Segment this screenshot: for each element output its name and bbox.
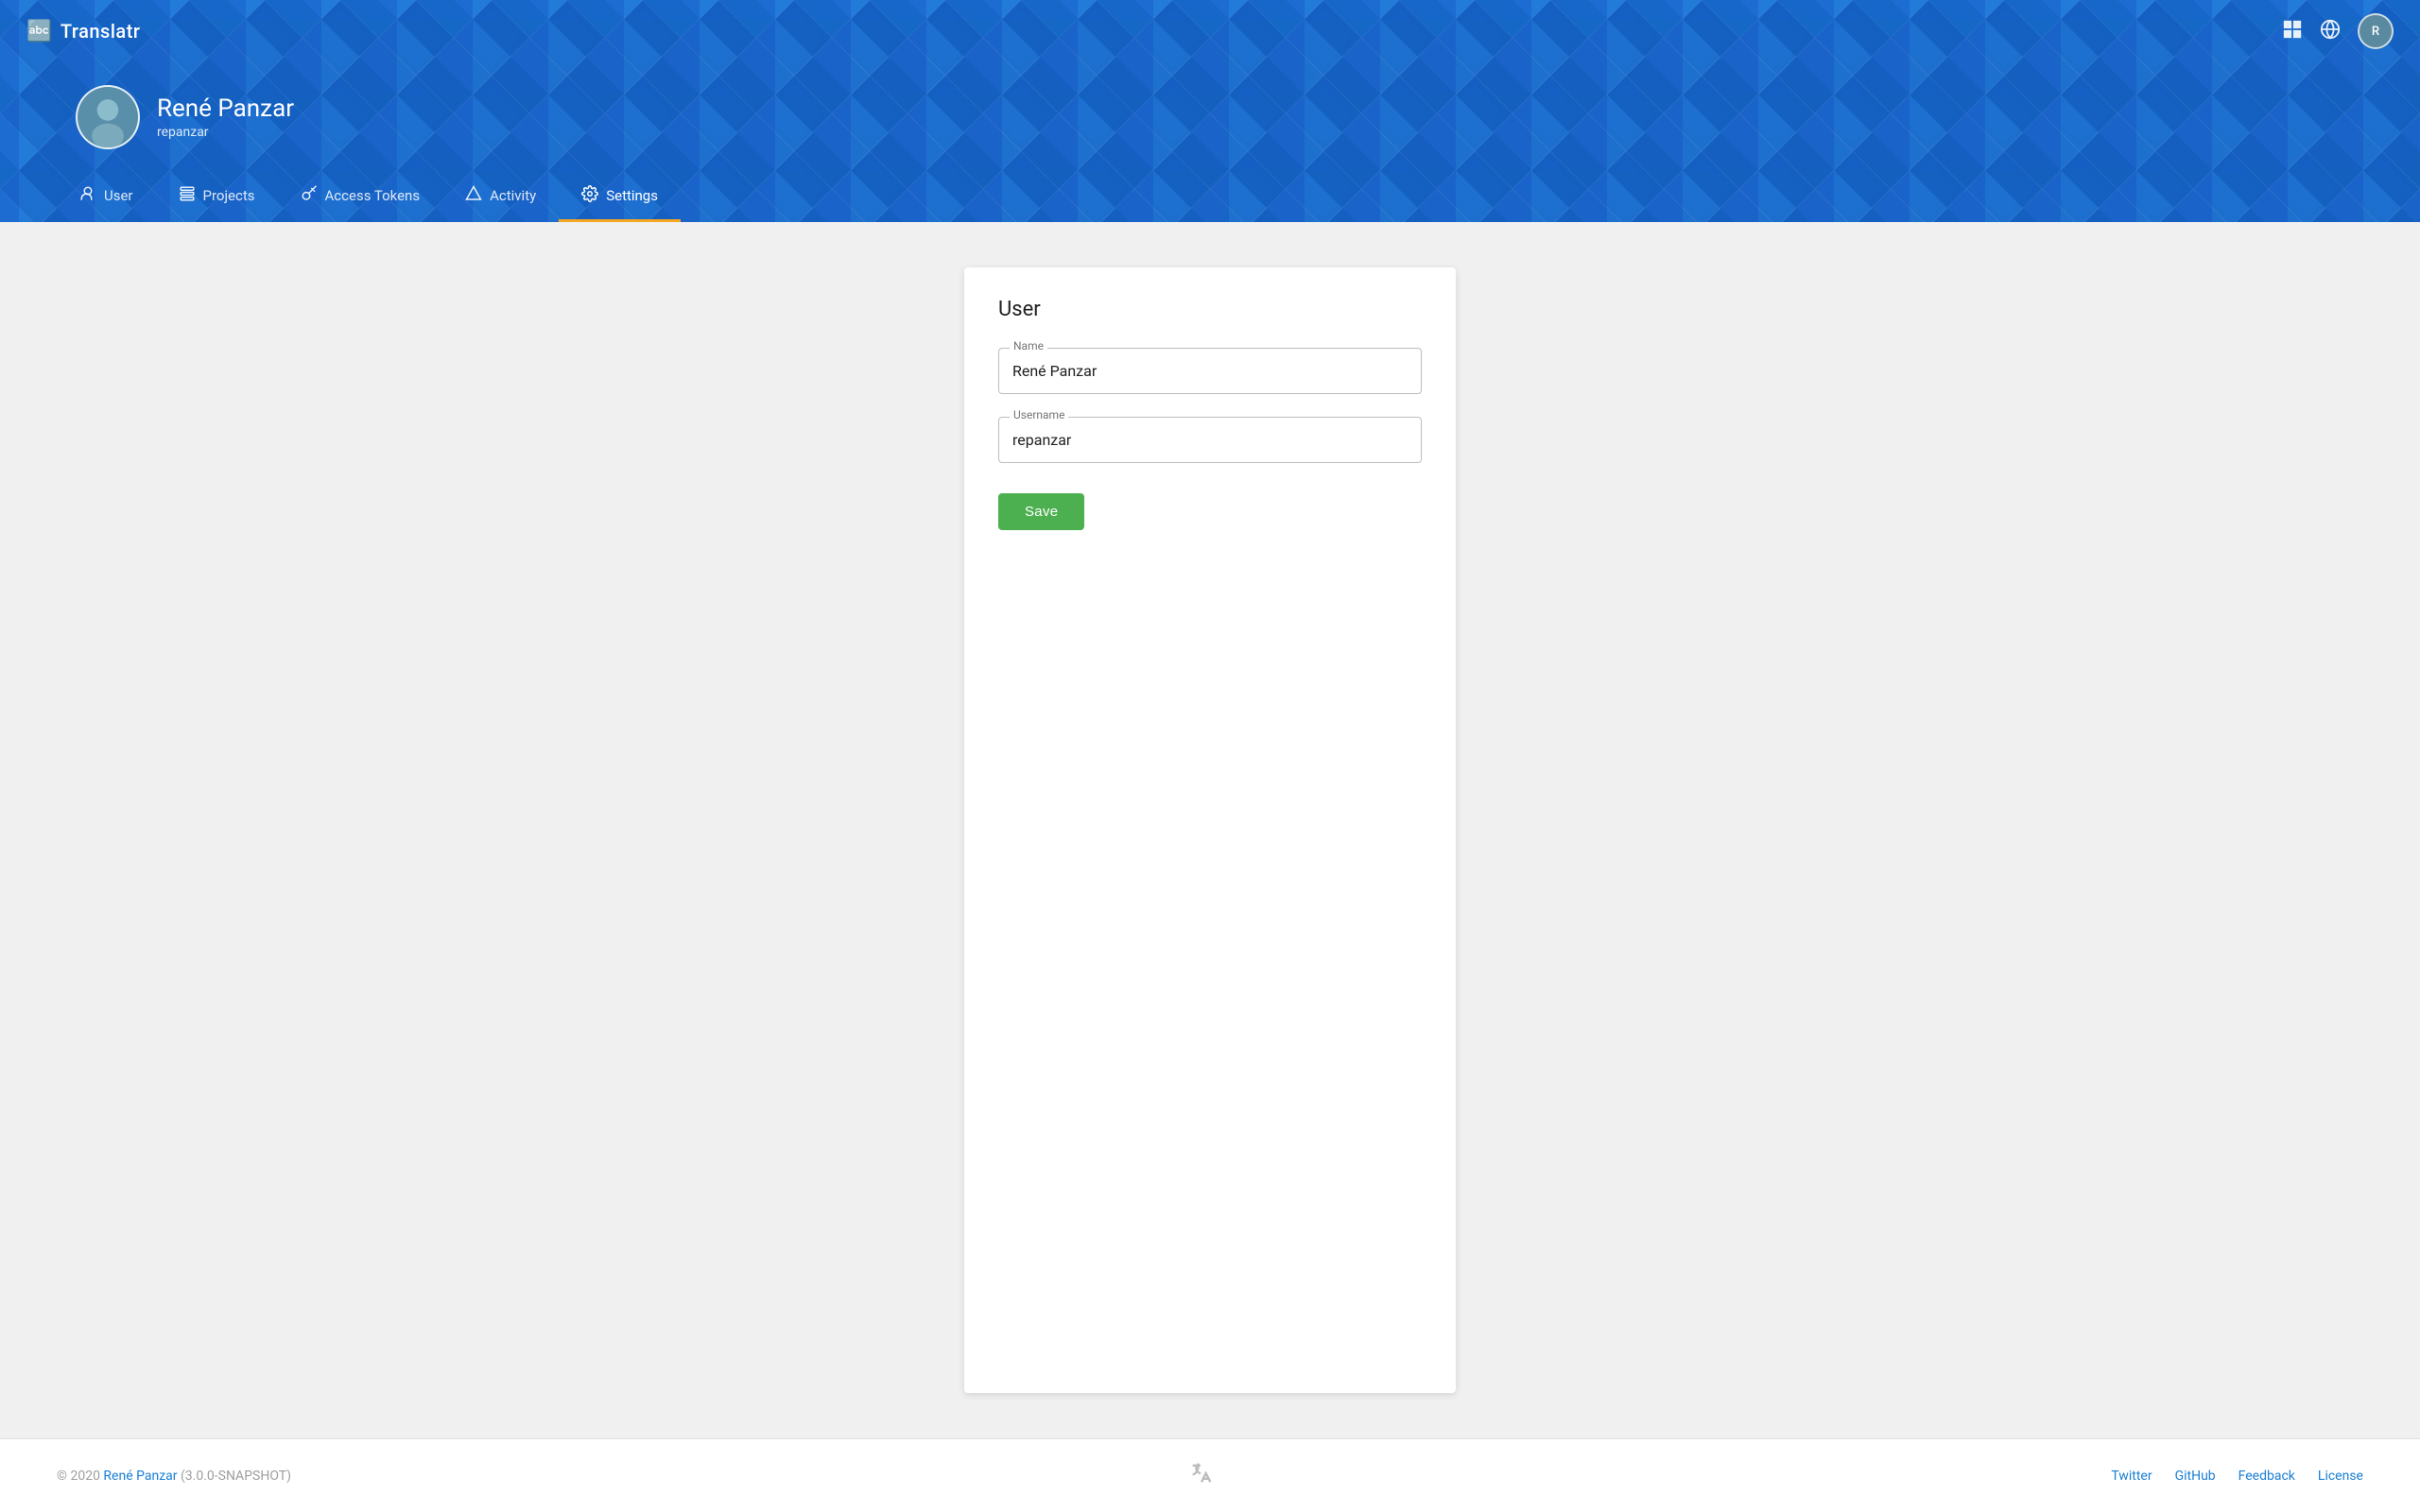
- tab-activity-label: Activity: [490, 187, 536, 204]
- username-label: Username: [1010, 408, 1068, 421]
- tab-projects[interactable]: Projects: [156, 172, 278, 222]
- avatar-initial: R: [2372, 25, 2379, 39]
- footer-logo: [1188, 1460, 1215, 1491]
- name-input[interactable]: [998, 348, 1422, 394]
- footer-copyright: © 2020 René Panzar (3.0.0-SNAPSHOT): [57, 1469, 291, 1484]
- grid-icon[interactable]: [2282, 19, 2303, 44]
- footer-github-link[interactable]: GitHub: [2175, 1469, 2216, 1484]
- tab-user[interactable]: User: [57, 172, 156, 222]
- tab-settings-label: Settings: [606, 187, 658, 204]
- topbar-actions: R: [2282, 13, 2394, 49]
- save-button[interactable]: Save: [998, 493, 1084, 530]
- globe-icon[interactable]: [2320, 19, 2341, 44]
- tab-settings[interactable]: Settings: [559, 172, 681, 222]
- user-icon: [79, 185, 96, 206]
- topbar: 🔤 Translatr R: [0, 0, 2420, 62]
- settings-icon: [581, 185, 598, 206]
- app-logo[interactable]: 🔤 Translatr: [26, 20, 140, 43]
- header: 🔤 Translatr R René Panzar repanz: [0, 0, 2420, 222]
- tab-user-label: User: [104, 187, 133, 204]
- name-label: Name: [1010, 339, 1047, 352]
- settings-card: User Name Username Save: [964, 267, 1456, 1393]
- footer-twitter-link[interactable]: Twitter: [2111, 1469, 2152, 1484]
- app-name: Translatr: [60, 20, 141, 43]
- main-content: User Name Username Save: [0, 222, 2420, 1438]
- user-avatar[interactable]: R: [2358, 13, 2394, 49]
- projects-icon: [179, 185, 196, 206]
- key-icon: [301, 185, 318, 206]
- footer-links: Twitter GitHub Feedback License: [2111, 1469, 2363, 1484]
- tab-activity[interactable]: Activity: [442, 172, 559, 222]
- profile-info: René Panzar repanzar: [157, 94, 294, 140]
- username-input[interactable]: [998, 417, 1422, 463]
- profile-avatar: [76, 85, 140, 149]
- footer: © 2020 René Panzar (3.0.0-SNAPSHOT) Twit…: [0, 1438, 2420, 1512]
- tab-access-tokens-label: Access Tokens: [325, 187, 421, 204]
- name-field-group: Name: [998, 348, 1422, 394]
- activity-icon: [465, 185, 482, 206]
- profile-username: repanzar: [157, 125, 294, 140]
- tab-access-tokens[interactable]: Access Tokens: [278, 172, 443, 222]
- card-title: User: [998, 298, 1422, 321]
- footer-feedback-link[interactable]: Feedback: [2238, 1469, 2295, 1484]
- tab-projects-label: Projects: [203, 187, 255, 204]
- profile-section: René Panzar repanzar: [0, 62, 2420, 172]
- translate-icon: 🔤: [26, 20, 53, 43]
- footer-author-link[interactable]: René Panzar: [103, 1469, 177, 1484]
- nav-tabs: User Projects Access Tokens Activity: [0, 172, 2420, 222]
- profile-name: René Panzar: [157, 94, 294, 123]
- footer-license-link[interactable]: License: [2318, 1469, 2363, 1484]
- username-field-group: Username: [998, 417, 1422, 463]
